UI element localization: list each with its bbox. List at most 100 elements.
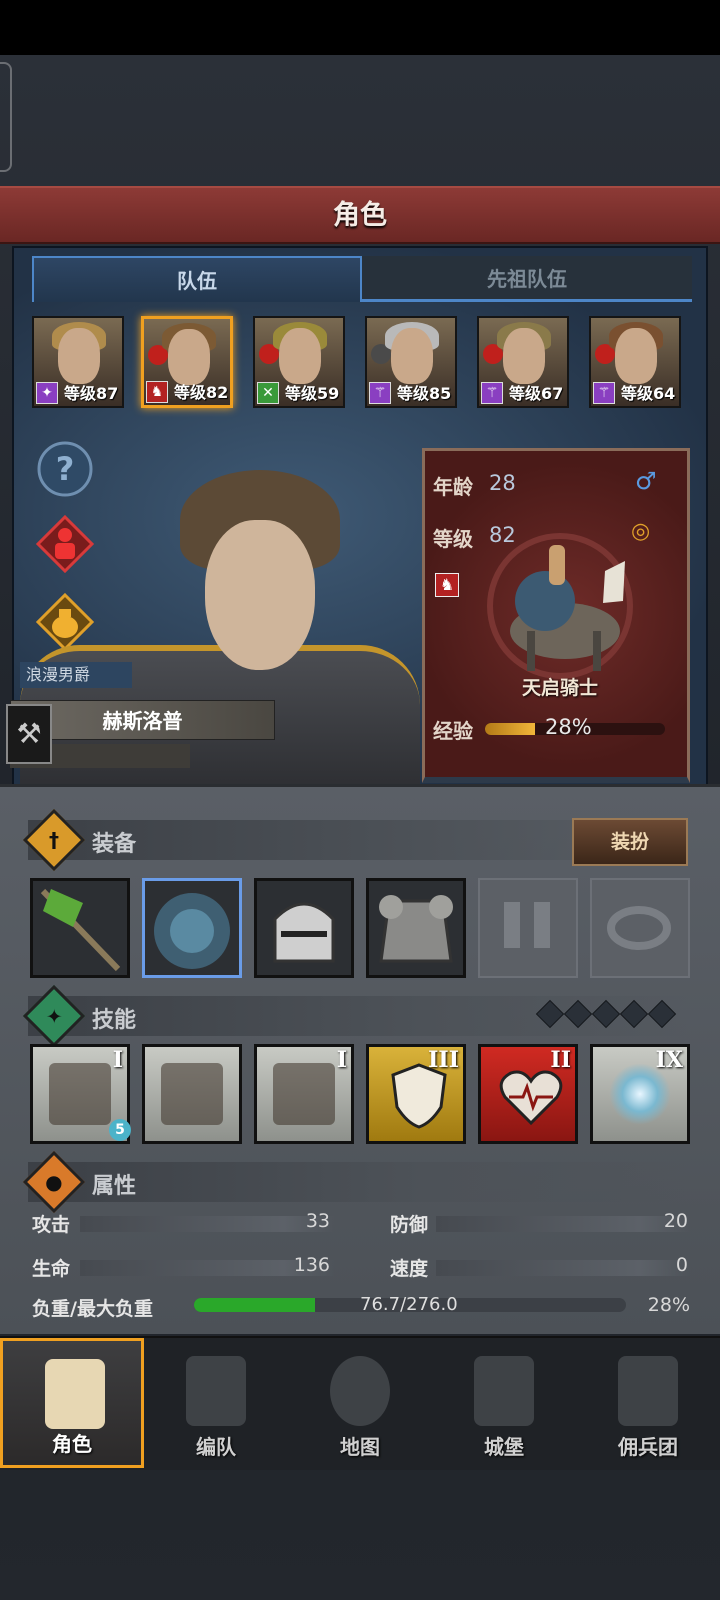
- exp-label: 经验: [433, 719, 473, 743]
- attack-value: 33: [305, 1210, 330, 1232]
- level-label: 等级87: [64, 384, 119, 403]
- tab-ancestor-party[interactable]: 先祖队伍: [362, 256, 692, 302]
- portrait-face: [391, 328, 433, 384]
- side-frame: [0, 62, 12, 172]
- equipment-title: 装备: [92, 832, 137, 857]
- mane-icon: [154, 893, 230, 969]
- trait-label: 浪漫男爵: [20, 662, 132, 688]
- skill-rank: I: [112, 1047, 123, 1073]
- party-member[interactable]: ♞ 等级82: [141, 316, 233, 408]
- skill-rank: I: [336, 1047, 347, 1073]
- nav-label: 城堡: [484, 1435, 524, 1459]
- face-art: [205, 520, 315, 670]
- portrait-face: [503, 328, 545, 384]
- skill-rank: III: [428, 1047, 459, 1073]
- game-screen: { "header":{"title":"角色"}, "tabs":[{"lab…: [0, 0, 720, 1600]
- horse-icon: ♞: [146, 381, 168, 403]
- ring-slot[interactable]: [590, 878, 690, 978]
- helmet-icon: [273, 902, 335, 963]
- load-bar-fill: [194, 1298, 315, 1312]
- class-name: 天启骑士: [521, 677, 598, 699]
- page-title: 角色: [333, 200, 387, 231]
- nav-label: 地图: [340, 1435, 380, 1459]
- skill-slot[interactable]: II: [478, 1044, 578, 1144]
- load-value: 76.7/276.0: [360, 1294, 458, 1315]
- portrait-face: [58, 328, 100, 384]
- level-label: 等级59: [285, 384, 340, 403]
- crystal-bash-icon: [273, 1063, 335, 1125]
- boots-slot[interactable]: [478, 878, 578, 978]
- ring-icon: [607, 906, 671, 950]
- helmet-slot[interactable]: [254, 878, 354, 978]
- castle-icon: [474, 1356, 534, 1426]
- skills-title: 技能: [92, 1008, 137, 1033]
- party-member[interactable]: ⚚ 等级67: [477, 316, 569, 408]
- nav-label: 编队: [196, 1435, 236, 1459]
- compass-icon: [330, 1356, 390, 1426]
- level-label: 等级85: [397, 384, 452, 403]
- family-crest-icon[interactable]: ⚒: [6, 704, 52, 764]
- portrait-face: [168, 329, 210, 385]
- staff-icon: ✦: [36, 382, 58, 404]
- skill-slot[interactable]: IX: [590, 1044, 690, 1144]
- staff-icon: ⚚: [593, 382, 615, 404]
- staff-icon: ⚚: [369, 382, 391, 404]
- title-bar: 角色: [0, 186, 720, 244]
- party-member[interactable]: ⚚ 等级85: [365, 316, 457, 408]
- attributes-title: 属性: [92, 1174, 137, 1199]
- nav-mercenary[interactable]: 佣兵团: [576, 1338, 720, 1468]
- weapon-slot[interactable]: [30, 878, 130, 978]
- skill-slot[interactable]: I: [254, 1044, 354, 1144]
- skill-slot[interactable]: [142, 1044, 242, 1144]
- info-card: 年龄 28 等级 82 ♂ ◎ ♞ 天启骑士 经验 28%: [422, 448, 690, 783]
- mane-slot[interactable]: [142, 878, 242, 978]
- portrait-face: [279, 328, 321, 384]
- party-member[interactable]: ✕ 等级59: [253, 316, 345, 408]
- status-bar: [0, 0, 720, 55]
- skill-rank: II: [550, 1047, 571, 1073]
- horse-icon: ♞: [435, 573, 459, 597]
- hp-label: 生命: [32, 1258, 71, 1280]
- spear-strike-icon: [49, 1063, 111, 1125]
- hp-value: 136: [293, 1254, 330, 1276]
- helmet-icon: [186, 1356, 246, 1426]
- tab-party[interactable]: 队伍: [32, 256, 362, 302]
- party-member[interactable]: ✦ 等级87: [32, 316, 124, 408]
- age-label: 年龄: [433, 475, 473, 499]
- nav-label: 佣兵团: [618, 1435, 678, 1459]
- nav-map[interactable]: 地图: [288, 1338, 432, 1468]
- crystal-strike-icon: [161, 1063, 223, 1125]
- skill-slot[interactable]: I 5: [30, 1044, 131, 1144]
- staff-icon: ⚚: [481, 382, 503, 404]
- chest-armor-icon: [379, 895, 453, 963]
- male-icon: ♂: [635, 467, 657, 495]
- nav-formation[interactable]: 编队: [144, 1338, 288, 1468]
- knight-icon: [45, 1359, 105, 1429]
- nav-character[interactable]: 角色: [0, 1338, 144, 1468]
- portrait-face: [615, 328, 657, 384]
- exp-bar-fill: [485, 723, 536, 735]
- armor-slot[interactable]: [366, 878, 466, 978]
- skill-rank: IX: [655, 1047, 683, 1073]
- defense-label: 防御: [390, 1214, 429, 1236]
- age-value: 28: [489, 471, 516, 495]
- speed-label: 速度: [390, 1258, 429, 1280]
- skill-slot[interactable]: III: [366, 1044, 466, 1144]
- dress-up-button[interactable]: 装扮: [572, 818, 688, 866]
- spear-icon: [40, 888, 121, 972]
- level-label: 等级67: [509, 384, 564, 403]
- boots-icon: [504, 902, 550, 948]
- nav-castle[interactable]: 城堡: [432, 1338, 576, 1468]
- heart-icon: [499, 1070, 563, 1125]
- load-label: 负重/最大负重: [32, 1298, 153, 1320]
- attack-label: 攻击: [32, 1214, 71, 1236]
- level-label: 等级64: [621, 384, 676, 403]
- level-label: 等级82: [174, 383, 229, 402]
- bow-icon: ✕: [257, 382, 279, 404]
- skill-badge: 5: [109, 1119, 131, 1141]
- banner-icon: [618, 1356, 678, 1426]
- load-percent: 28%: [647, 1294, 690, 1316]
- exp-value: 28%: [545, 715, 592, 739]
- party-member[interactable]: ⚚ 等级64: [589, 316, 681, 408]
- nav-label: 角色: [52, 1432, 92, 1456]
